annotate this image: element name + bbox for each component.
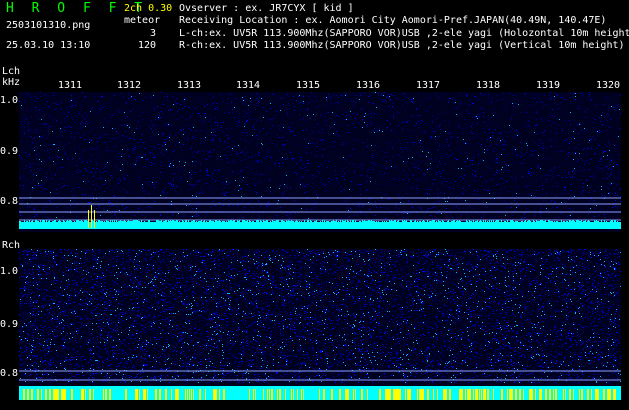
lch-meteor-3 (94, 210, 95, 228)
rch-info-line: R-ch:ex. UV5R 113.900Mhz(SAPPORO VOR)USB… (179, 40, 625, 51)
time-tick-1314: 1314 (236, 80, 261, 91)
lch-meteor-1 (88, 210, 89, 228)
version-label: 2ch 0.30 (124, 3, 173, 14)
lch-info-line: L-ch:ex. UV5R 113.900Mhz(SAPPORO VOR)USB… (179, 28, 629, 39)
lch-background (19, 92, 621, 232)
meteor-count: 3 (149, 28, 156, 39)
file-name: 2503101310.png (6, 20, 91, 31)
time-tick-1317: 1317 (416, 80, 441, 91)
rch-ytick-1: 1.0 (0, 266, 19, 277)
rch-ytick-2: 0.9 (0, 319, 19, 330)
lch-ytick-2: 0.9 (0, 146, 19, 157)
time-tick-1320: 1320 (596, 80, 621, 91)
rch-ytick-3: 0.8 (0, 368, 19, 379)
rch-spectrogram[interactable] (19, 249, 621, 400)
total-value: 120 (137, 40, 156, 51)
lch-label: Lch (2, 66, 21, 77)
lch-unit: kHz (2, 77, 21, 88)
time-tick-1313: 1313 (177, 80, 202, 91)
location-line: Receiving Location : ex. Aomori City Aom… (179, 15, 607, 26)
time-tick-1311: 1311 (58, 80, 83, 91)
datetime: 25.03.10 13:10 (6, 40, 91, 51)
time-tick-1319: 1319 (536, 80, 561, 91)
time-tick-1315: 1315 (296, 80, 321, 91)
lch-meteor-2 (91, 205, 92, 228)
observer-line: Ovserver : ex. JR7CYX [ kid ] (179, 3, 354, 14)
lch-ytick-3: 0.8 (0, 196, 19, 207)
time-tick-1316: 1316 (356, 80, 381, 91)
rch-label: Rch (2, 240, 21, 251)
lch-baseline (19, 223, 621, 229)
time-tick-1318: 1318 (476, 80, 501, 91)
lch-ytick-1: 1.0 (0, 95, 19, 106)
lch-spectrogram[interactable] (19, 92, 621, 232)
time-tick-1312: 1312 (117, 80, 142, 91)
meteor-label: meteor (124, 15, 161, 26)
